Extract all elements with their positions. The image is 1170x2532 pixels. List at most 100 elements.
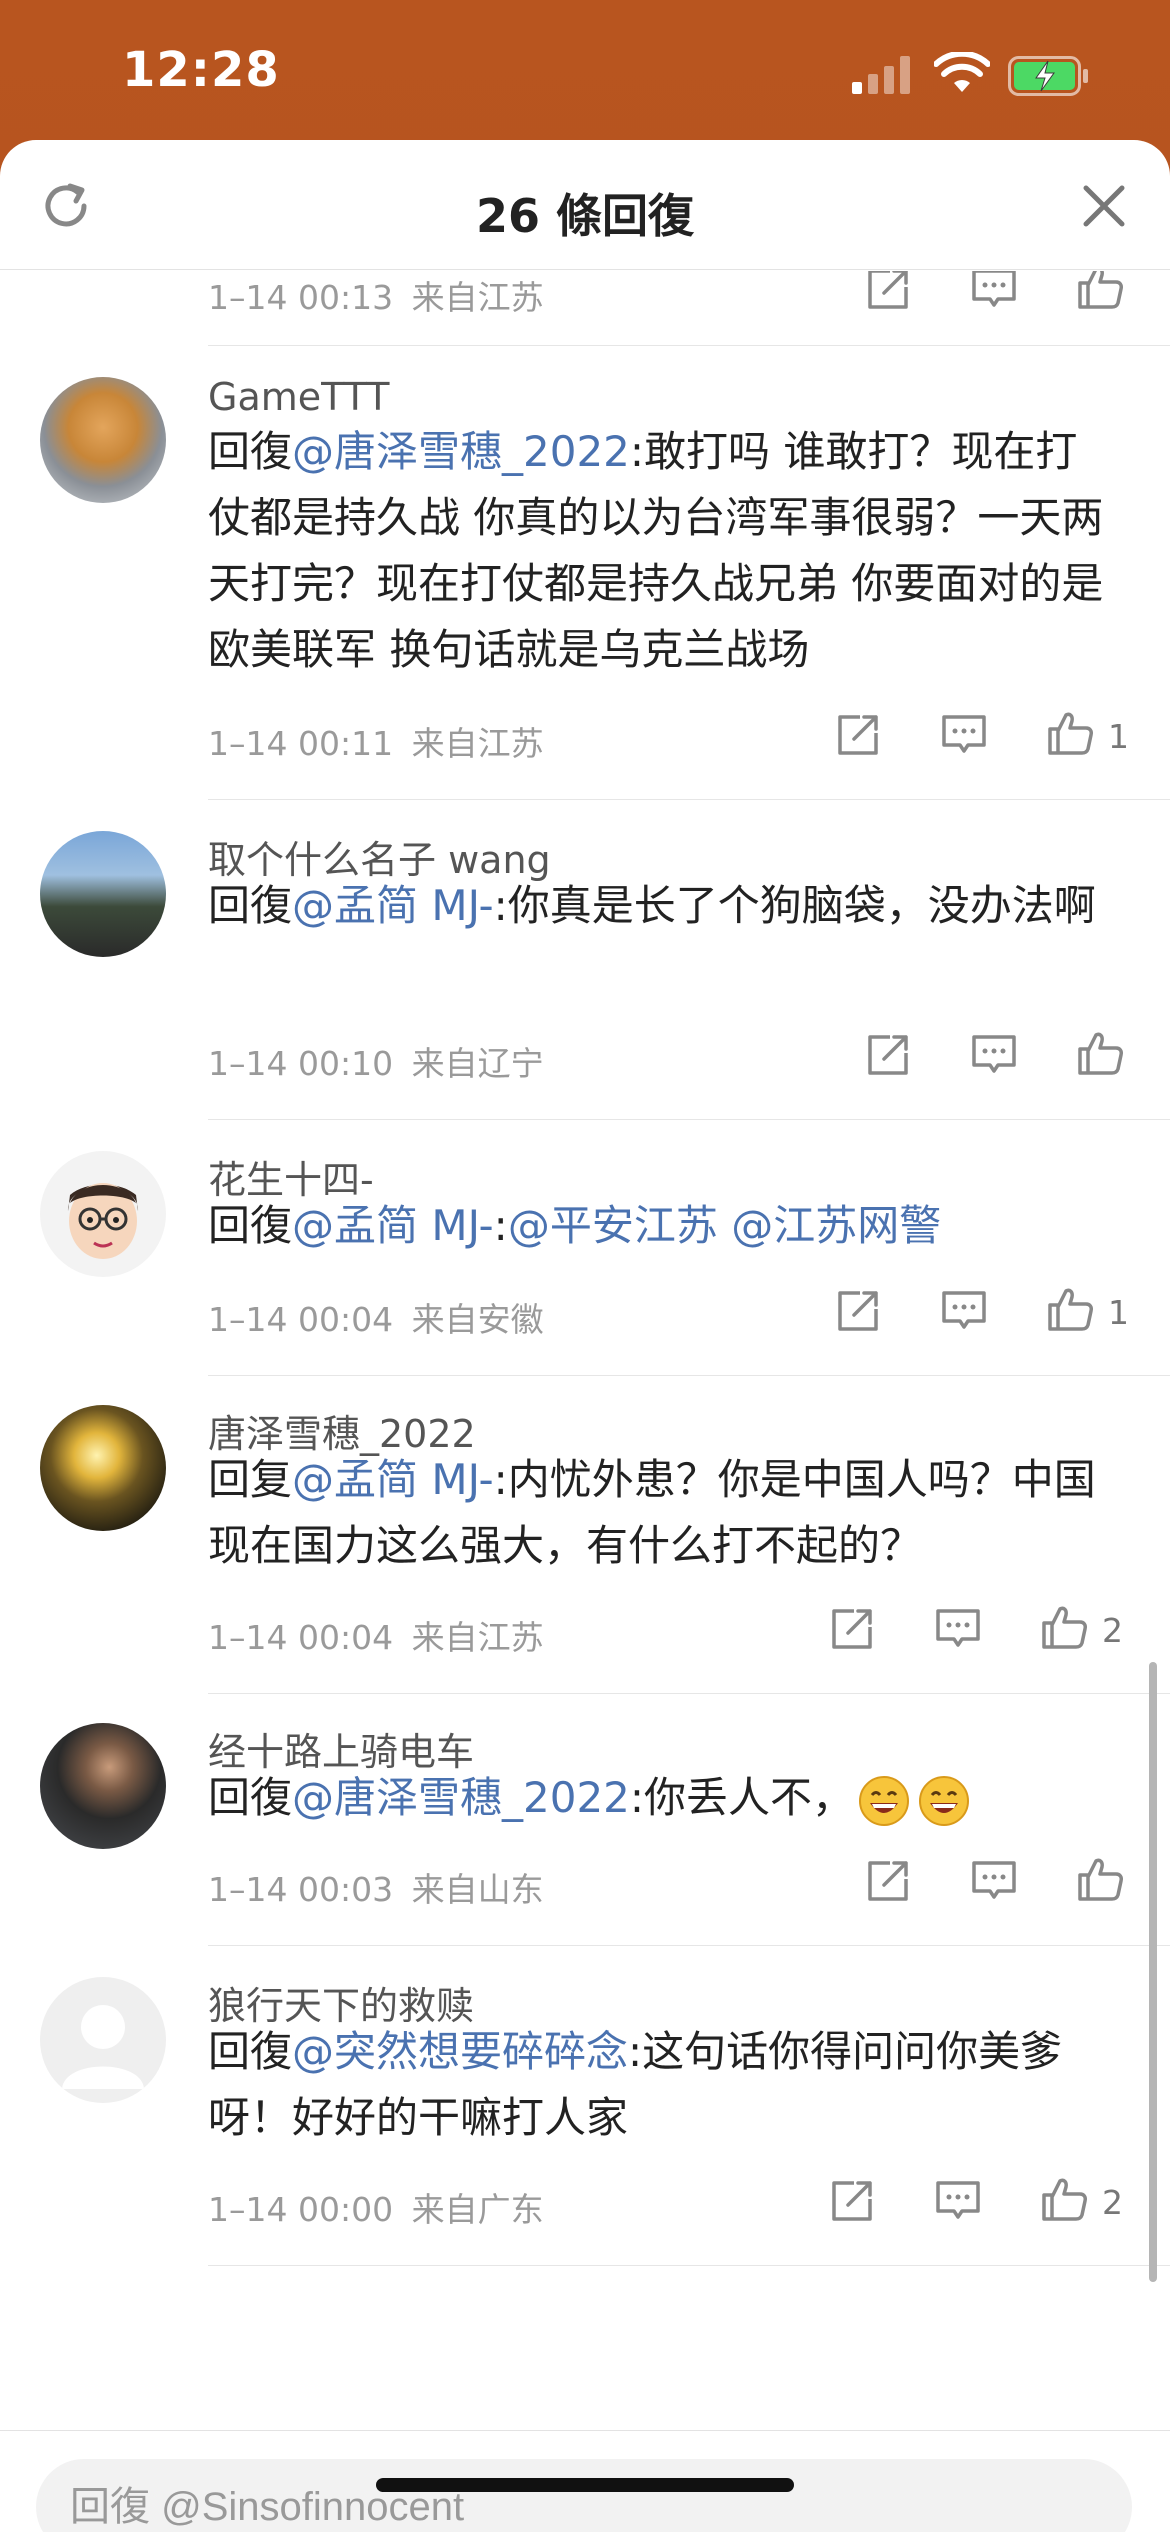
comment-time: 1–14 00:13 <box>208 278 394 317</box>
cellular-signal-icon <box>852 56 910 94</box>
comment-text: 回復@唐泽雪穗_2022:敢打吗 谁敢打？现在打仗都是持久战 你真的以为台湾军事… <box>208 419 1118 683</box>
comment-list[interactable]: 1–14 00:13 来自江苏 GameTTT 回復@唐泽雪穗_2022:敢打吗… <box>0 271 1170 2431</box>
share-icon[interactable] <box>862 1029 914 1081</box>
comment-time: 1–14 00:03 <box>208 1870 394 1909</box>
divider <box>208 1119 1170 1120</box>
comment-icon[interactable] <box>968 1855 1020 1907</box>
like-count: 2 <box>1102 2183 1123 2222</box>
share-icon[interactable] <box>826 1603 878 1655</box>
reply-prefix: 回復 <box>208 427 293 476</box>
like-icon[interactable] <box>1044 1283 1096 1335</box>
like-icon[interactable] <box>1074 271 1126 313</box>
comment-icon[interactable] <box>968 271 1020 315</box>
like-icon[interactable] <box>1074 1027 1126 1079</box>
comment-text: 回复@孟简 MJ-:内忧外患？你是中国人吗？中国现在国力这么强大，有什么打不起的… <box>208 1447 1118 1579</box>
comment-meta: 1–14 00:10 来自辽宁 <box>208 1037 544 1085</box>
reply-prefix: 回復 <box>208 881 293 930</box>
comment-meta: 1–14 00:11 来自江苏 <box>208 717 544 765</box>
laughing-emoji-icon <box>859 1775 910 1826</box>
mention-link[interactable]: @孟简 MJ- <box>292 1201 494 1250</box>
like-count: 2 <box>1102 1611 1123 1650</box>
scrollbar[interactable] <box>1149 1662 1157 2282</box>
share-icon[interactable] <box>862 271 914 315</box>
reply-prefix: 回復 <box>208 2027 293 2076</box>
mention-link[interactable]: @突然想要碎碎念 <box>292 2027 628 2076</box>
reply-prefix: 回復 <box>208 1201 293 1250</box>
comment-icon[interactable] <box>932 1603 984 1655</box>
status-time: 12:28 <box>122 42 280 98</box>
status-bar: 12:28 <box>0 0 1170 140</box>
comment-text: 回復@孟简 MJ-:你真是长了个狗脑袋，没办法啊 <box>208 873 1118 939</box>
reply-prefix: 回复 <box>208 1455 293 1504</box>
comment-location: 来自广东 <box>411 2190 544 2229</box>
like-count: 1 <box>1108 1293 1129 1332</box>
like-count: 1 <box>1108 717 1129 756</box>
comment-meta: 1–14 00:04 来自江苏 <box>208 1611 544 1659</box>
divider <box>208 1693 1170 1694</box>
divider <box>208 2265 1170 2266</box>
mention-link[interactable]: @孟简 MJ- <box>292 881 494 930</box>
comment-body: :你丢人不， <box>629 1773 855 1822</box>
laughing-emoji-icon <box>919 1775 970 1826</box>
like-icon[interactable] <box>1038 2173 1090 2225</box>
comment-icon[interactable] <box>932 2175 984 2227</box>
comment-text: 回復@孟简 MJ-:@平安江苏 @江苏网警 <box>208 1193 1118 1259</box>
comment-time: 1–14 00:10 <box>208 1044 394 1083</box>
comment-time: 1–14 00:04 <box>208 1300 394 1339</box>
avatar[interactable] <box>40 831 166 957</box>
avatar[interactable] <box>40 1151 166 1277</box>
close-icon[interactable] <box>1080 182 1128 230</box>
like-icon[interactable] <box>1074 1853 1126 1905</box>
share-icon[interactable] <box>862 1855 914 1907</box>
comment-time: 1–14 00:04 <box>208 1618 394 1657</box>
share-icon[interactable] <box>826 2175 878 2227</box>
avatar[interactable] <box>40 1405 166 1531</box>
comments-sheet: 26 條回復 1–14 00:13 来自江苏 GameTTT 回復@唐泽雪穗_2… <box>0 140 1170 2532</box>
comment-icon[interactable] <box>968 1029 1020 1081</box>
cartoon-avatar-icon <box>67 1183 139 1259</box>
battery-charging-icon <box>1008 56 1088 96</box>
avatar[interactable] <box>40 1723 166 1849</box>
comment-location: 来自山东 <box>411 1870 544 1909</box>
comment-location: 来自江苏 <box>411 278 544 317</box>
comment-body: : <box>493 1201 508 1250</box>
comment-icon[interactable] <box>938 1285 990 1337</box>
comment-meta: 1–14 00:00 来自广东 <box>208 2183 544 2231</box>
comment-meta: 1–14 00:03 来自山东 <box>208 1863 544 1911</box>
mention-link[interactable]: @孟简 MJ- <box>292 1455 494 1504</box>
comment-location: 来自辽宁 <box>411 1044 544 1083</box>
mention-link[interactable]: @江苏网警 <box>731 1201 941 1250</box>
comment-body: :你真是长了个狗脑袋，没办法啊 <box>493 881 1096 930</box>
avatar[interactable] <box>40 377 166 503</box>
reply-input[interactable] <box>36 2459 1132 2532</box>
comment-location: 来自江苏 <box>411 724 544 763</box>
default-user-icon <box>62 2005 144 2089</box>
comment-location: 来自安徽 <box>411 1300 544 1339</box>
reply-prefix: 回復 <box>208 1773 293 1822</box>
mention-link[interactable]: @平安江苏 <box>508 1201 718 1250</box>
mention-link[interactable]: @唐泽雪穗_2022 <box>292 1773 630 1822</box>
share-icon[interactable] <box>832 1285 884 1337</box>
like-icon[interactable] <box>1044 707 1096 759</box>
comment-meta: 1–14 00:13 来自江苏 <box>208 271 544 319</box>
comment-meta: 1–14 00:04 来自安徽 <box>208 1293 544 1341</box>
wifi-icon <box>934 52 990 92</box>
divider <box>208 1375 1170 1376</box>
comment-icon[interactable] <box>938 709 990 761</box>
comment-username[interactable]: GameTTT <box>208 375 389 419</box>
divider <box>208 1945 1170 1946</box>
avatar[interactable] <box>40 1977 166 2103</box>
share-icon[interactable] <box>832 709 884 761</box>
sheet-title: 26 條回復 <box>475 189 695 243</box>
divider <box>208 799 1170 800</box>
mention-link[interactable]: @唐泽雪穗_2022 <box>292 427 630 476</box>
like-icon[interactable] <box>1038 1601 1090 1653</box>
comment-text: 回復@唐泽雪穗_2022:你丢人不， <box>208 1765 1118 1831</box>
home-indicator[interactable] <box>376 2478 794 2492</box>
comment-text: 回復@突然想要碎碎念:这句话你得问问你美爹呀！好好的干嘛打人家 <box>208 2019 1118 2151</box>
divider <box>208 345 1170 346</box>
sheet-header: 26 條回復 <box>0 140 1170 270</box>
comment-location: 来自江苏 <box>411 1618 544 1657</box>
comment-time: 1–14 00:00 <box>208 2190 394 2229</box>
comment-time: 1–14 00:11 <box>208 724 394 763</box>
